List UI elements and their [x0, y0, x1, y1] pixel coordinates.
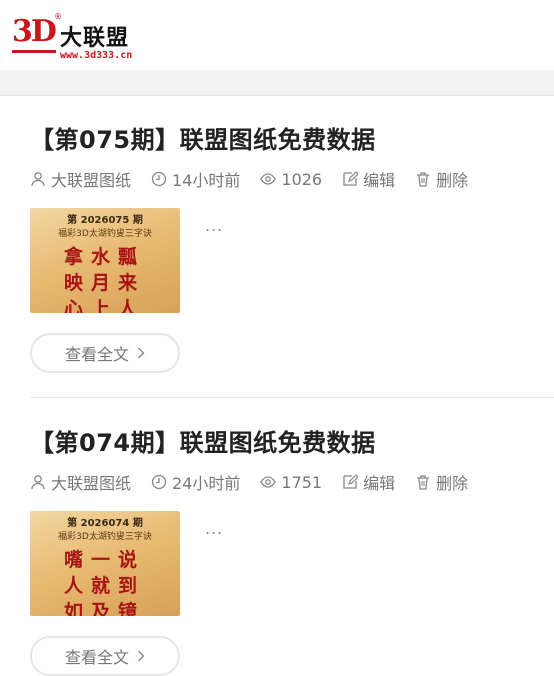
post-edit-label: 编辑 — [363, 171, 396, 190]
post-time-label: 24小时前 — [172, 474, 241, 493]
post-title[interactable]: 【第075期】联盟图纸免费数据 — [30, 120, 544, 160]
post-thumbnail-row: 第 2026074 期 福彩3D太湖钓叟三字诀 嘴一说 人就到 如及镜 ... — [30, 511, 544, 616]
post-thumbnail[interactable]: 第 2026075 期 福彩3D太湖钓叟三字诀 拿水瓢 映月来 心上人 — [30, 208, 180, 313]
site-logo[interactable]: 3D ® 大联盟 www.3d333.cn — [10, 10, 160, 62]
chevron-right-icon — [138, 347, 145, 359]
post-title[interactable]: 【第074期】联盟图纸免费数据 — [30, 423, 544, 463]
post-edit-link[interactable]: 编辑 — [342, 470, 395, 494]
post-card: 【第074期】联盟图纸免费数据 大联盟图纸 24小时前 1751 编辑 删除 第… — [30, 423, 544, 676]
user-icon — [30, 474, 46, 490]
eye-icon — [260, 171, 277, 187]
post-author-label: 大联盟图纸 — [51, 171, 132, 190]
thumbnail-verse-line: 心上人 — [64, 298, 146, 313]
edit-icon — [342, 171, 359, 187]
post-author[interactable]: 大联盟图纸 — [30, 470, 131, 494]
post-delete-label: 删除 — [436, 474, 469, 493]
post-meta: 大联盟图纸 24小时前 1751 编辑 删除 — [30, 469, 544, 495]
logo-brand-text: 大联盟 — [60, 26, 130, 51]
post-views: 1751 — [260, 473, 322, 492]
post-author[interactable]: 大联盟图纸 — [30, 167, 131, 191]
post-card: 【第075期】联盟图纸免费数据 大联盟图纸 14小时前 1026 编辑 删除 第… — [30, 120, 544, 373]
post-views-count: 1751 — [281, 472, 323, 492]
clock-icon — [151, 171, 167, 187]
read-more-label: 查看全文 — [64, 648, 129, 667]
post-thumbnail-row: 第 2026075 期 福彩3D太湖钓叟三字诀 拿水瓢 映月来 心上人 ... — [30, 208, 544, 313]
edit-icon — [342, 474, 359, 490]
eye-icon — [260, 474, 277, 490]
clock-icon — [151, 474, 167, 490]
trash-icon — [415, 474, 431, 490]
post-time: 24小时前 — [151, 470, 240, 494]
post-edit-link[interactable]: 编辑 — [342, 167, 395, 191]
post-delete-link[interactable]: 删除 — [415, 167, 468, 191]
header-divider-band — [0, 70, 554, 96]
thumbnail-verse-line: 映月来 — [64, 272, 146, 294]
post-thumbnail[interactable]: 第 2026074 期 福彩3D太湖钓叟三字诀 嘴一说 人就到 如及镜 — [30, 511, 180, 616]
post-excerpt: ... — [205, 519, 224, 538]
read-more-button[interactable]: 查看全文 — [30, 333, 180, 373]
post-time: 14小时前 — [151, 167, 240, 191]
logo-mark: 3D ® — [10, 10, 62, 54]
thumbnail-verse-line: 拿水瓢 — [64, 246, 146, 268]
trash-icon — [415, 171, 431, 187]
thumbnail-issue-label: 第 2026075 期 — [67, 215, 143, 226]
read-more-label: 查看全文 — [64, 345, 129, 364]
post-views-count: 1026 — [281, 169, 323, 189]
thumbnail-subtitle: 福彩3D太湖钓叟三字诀 — [58, 229, 152, 239]
post-excerpt: ... — [205, 216, 224, 235]
thumbnail-verse: 拿水瓢 映月来 心上人 — [64, 244, 154, 313]
thumbnail-verse: 嘴一说 人就到 如及镜 — [64, 547, 154, 616]
thumbnail-verse-line: 嘴一说 — [64, 549, 146, 571]
site-header: 3D ® 大联盟 www.3d333.cn — [0, 0, 554, 70]
logo-underline — [12, 50, 56, 53]
logo-url-text: www.3d333.cn — [60, 50, 133, 61]
thumbnail-issue-label: 第 2026074 期 — [67, 518, 143, 529]
logo-mark-text: 3D — [12, 14, 57, 49]
read-more-button[interactable]: 查看全文 — [30, 636, 180, 676]
user-icon — [30, 171, 46, 187]
post-edit-label: 编辑 — [363, 474, 396, 493]
post-author-label: 大联盟图纸 — [51, 474, 132, 493]
post-delete-label: 删除 — [436, 171, 469, 190]
thumbnail-verse-line: 如及镜 — [64, 601, 146, 616]
thumbnail-subtitle: 福彩3D太湖钓叟三字诀 — [58, 532, 152, 542]
post-divider — [30, 397, 554, 398]
post-time-label: 14小时前 — [172, 171, 241, 190]
post-delete-link[interactable]: 删除 — [415, 470, 468, 494]
chevron-right-icon — [138, 650, 145, 662]
post-meta: 大联盟图纸 14小时前 1026 编辑 删除 — [30, 166, 544, 192]
post-views: 1026 — [260, 170, 322, 189]
thumbnail-verse-line: 人就到 — [64, 575, 146, 597]
